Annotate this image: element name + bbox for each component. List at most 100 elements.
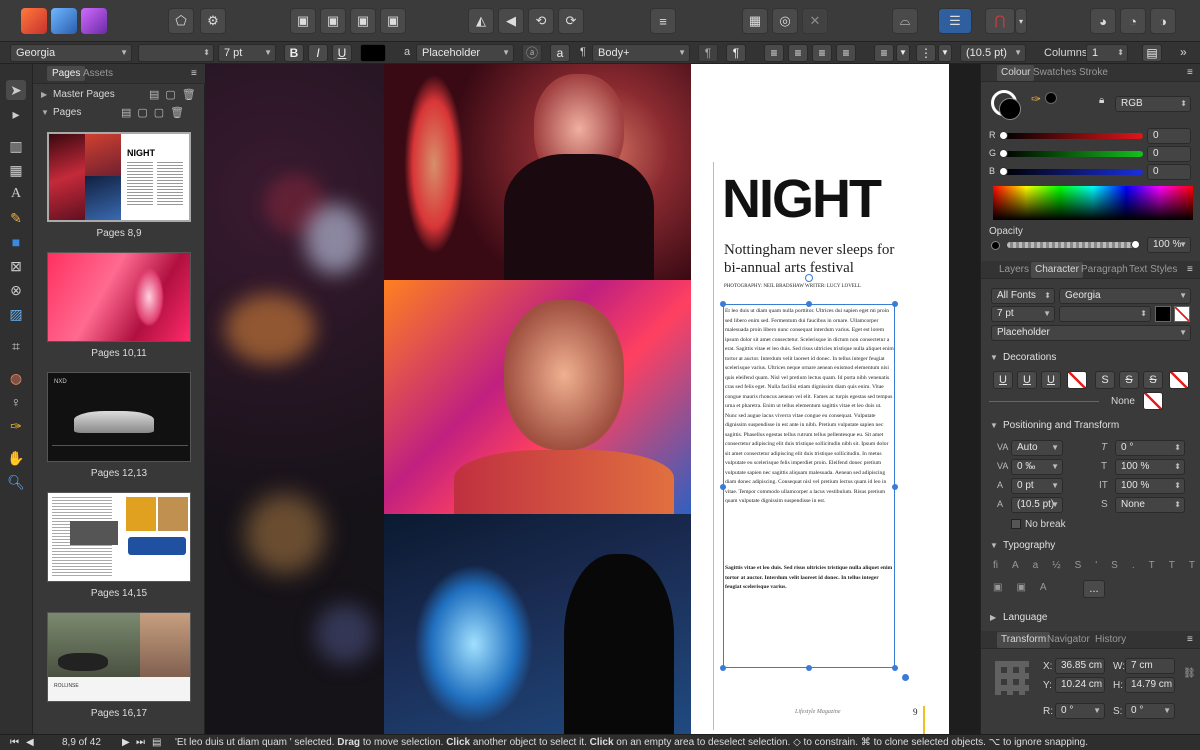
- scale-v-field[interactable]: 100 % ⬍: [1115, 478, 1185, 494]
- align-left-icon[interactable]: ≡: [764, 44, 784, 62]
- document-canvas[interactable]: NIGHT Nottingham never sleeps for bi-annu…: [205, 64, 980, 734]
- page-thumb-10-11[interactable]: [47, 252, 191, 342]
- r-slider-thumb[interactable]: [999, 131, 1008, 140]
- selected-text-frame[interactable]: Et leo duis ut diam quam nulla porttitor…: [723, 304, 895, 668]
- bold-button[interactable]: B: [284, 44, 304, 62]
- transparency-tool-icon[interactable]: ♀: [6, 392, 26, 412]
- rotation-field[interactable]: 0 ° ▼: [1055, 703, 1105, 719]
- shear-field[interactable]: 0 ° ⬍: [1115, 440, 1185, 456]
- page-thumb-16-17[interactable]: ROLLINSE: [47, 612, 191, 702]
- r-slider[interactable]: [1003, 133, 1143, 139]
- para-style-options-icon[interactable]: ¶: [726, 44, 746, 62]
- scale-h-field[interactable]: 100 % ⬍: [1115, 459, 1185, 475]
- move-tool-icon[interactable]: ➤: [6, 80, 26, 100]
- b-slider[interactable]: [1003, 169, 1143, 175]
- font-family-select[interactable]: Georgia ▼: [1059, 288, 1191, 304]
- w-field[interactable]: 7 cm: [1125, 658, 1175, 674]
- subhead[interactable]: Nottingham never sleeps for bi-annual art…: [724, 241, 894, 277]
- character-style-field[interactable]: Placeholder ▼: [416, 44, 514, 62]
- tab-stroke[interactable]: Stroke: [1079, 64, 1108, 82]
- show-text-flow-icon[interactable]: ⌓: [892, 8, 918, 34]
- page-thumb-12-13[interactable]: NXD: [47, 372, 191, 462]
- shear-transform-field[interactable]: 0 ° ▼: [1125, 703, 1175, 719]
- h-field[interactable]: 14.79 cm: [1125, 677, 1175, 693]
- typography-more-button[interactable]: ...: [1083, 580, 1105, 598]
- photo-man-neon[interactable]: [384, 514, 691, 734]
- previous-page-icon[interactable]: ◀: [26, 735, 34, 750]
- align-icon[interactable]: ≡: [650, 8, 676, 34]
- color-spectrum[interactable]: [993, 186, 1193, 220]
- arrange-front-icon[interactable]: ▣: [380, 8, 406, 34]
- snap-field[interactable]: None ⬍: [1115, 497, 1185, 513]
- baseline-grid-icon[interactable]: ☰: [938, 8, 972, 34]
- typography-buttons-row2[interactable]: ▣▣A: [993, 582, 1061, 593]
- boolean-intersect-icon[interactable]: ◑: [1150, 8, 1176, 34]
- rotate-left-icon[interactable]: ⟲: [528, 8, 554, 34]
- settings-icon[interactable]: ⚙: [200, 8, 226, 34]
- tab-colour[interactable]: Colour: [997, 65, 1035, 81]
- decoration-color-swatch[interactable]: [1143, 392, 1163, 410]
- b-value-field[interactable]: 0: [1147, 164, 1191, 180]
- pen-tool-icon[interactable]: ✎: [6, 208, 26, 228]
- panel-menu-icon[interactable]: ≡: [1187, 261, 1193, 279]
- boolean-add-icon[interactable]: ◕: [1090, 8, 1116, 34]
- underline-options-button[interactable]: U: [1041, 371, 1061, 389]
- clear-char-style-icon[interactable]: ⓐ: [522, 44, 542, 62]
- typography-buttons-row1[interactable]: ﬁAa½S'S.TTT: [993, 560, 1200, 571]
- tab-pages[interactable]: Pages: [47, 66, 86, 81]
- opacity-field[interactable]: 100 % ▼: [1147, 237, 1191, 253]
- g-slider-thumb[interactable]: [999, 149, 1008, 158]
- chevron-right-icon[interactable]: ▶: [41, 90, 47, 99]
- next-page-icon[interactable]: ▶: [122, 735, 130, 750]
- master-pages-actions[interactable]: ▤▢🗑︎: [149, 88, 202, 101]
- lock-icon[interactable]: 🔒︎: [1099, 95, 1104, 106]
- underline-button[interactable]: U: [332, 44, 352, 62]
- vertical-align-icon[interactable]: ≡: [874, 44, 894, 62]
- language-section[interactable]: Language: [981, 610, 1191, 626]
- flip-horizontal-icon[interactable]: ◭: [468, 8, 494, 34]
- hand-tool-icon[interactable]: ✋: [6, 448, 26, 468]
- designer-persona-icon[interactable]: [51, 8, 77, 34]
- no-break-checkbox[interactable]: [1011, 519, 1021, 529]
- resize-handle[interactable]: [892, 301, 898, 307]
- strikethrough-double-button[interactable]: S: [1119, 371, 1139, 389]
- arrange-forward-icon[interactable]: ▣: [350, 8, 376, 34]
- color-picker-tool-icon[interactable]: ✑: [6, 416, 26, 436]
- resize-handle[interactable]: [720, 665, 726, 671]
- underline-color-swatch[interactable]: [1067, 371, 1087, 389]
- text-stroke-swatch[interactable]: [1174, 306, 1190, 322]
- photo-woman-laughing[interactable]: [384, 280, 691, 520]
- page-thumb-8-9[interactable]: NIGHT: [47, 132, 191, 222]
- font-size-select[interactable]: 7 pt ▼: [991, 306, 1055, 322]
- tab-navigator[interactable]: Navigator: [1047, 631, 1090, 649]
- x-field[interactable]: 36.85 cm: [1055, 658, 1105, 674]
- g-value-field[interactable]: 0: [1147, 146, 1191, 162]
- page-icon[interactable]: ▤: [152, 735, 161, 750]
- chevron-down-icon[interactable]: ▼: [896, 44, 910, 62]
- resize-handle[interactable]: [892, 484, 898, 490]
- kerning-field[interactable]: Auto ▼: [1011, 440, 1063, 456]
- italic-button[interactable]: I: [308, 44, 328, 62]
- y-field[interactable]: 10.24 cm: [1055, 677, 1105, 693]
- snapping-magnet-icon[interactable]: ⋂: [985, 8, 1015, 34]
- right-page[interactable]: NIGHT Nottingham never sleeps for bi-annu…: [691, 64, 949, 734]
- strikethrough-button[interactable]: S: [1095, 371, 1115, 389]
- tab-history[interactable]: History: [1095, 631, 1126, 649]
- rectangle-tool-icon[interactable]: ■: [6, 232, 26, 252]
- font-collection-select[interactable]: All Fonts ⬍: [991, 288, 1055, 304]
- list-icon[interactable]: ⋮: [916, 44, 936, 62]
- panel-menu-icon[interactable]: ≡: [1187, 64, 1193, 82]
- resize-handle[interactable]: [892, 665, 898, 671]
- text-frame-properties-icon[interactable]: ▤: [1142, 44, 1162, 62]
- chevron-down-icon[interactable]: ▼: [41, 108, 49, 117]
- color-model-select[interactable]: RGB ⬍: [1115, 96, 1191, 112]
- underline-double-button[interactable]: U: [1017, 371, 1037, 389]
- clear-para-style-icon[interactable]: ¶: [698, 44, 718, 62]
- leading-field[interactable]: (10.5 pt) ▼: [1011, 497, 1063, 513]
- last-page-icon[interactable]: ⏭: [136, 735, 145, 750]
- rotate-right-icon[interactable]: ⟳: [558, 8, 584, 34]
- insert-ellipse-frame-icon[interactable]: ◎: [772, 8, 798, 34]
- pages-actions[interactable]: ▤▢▢🗑︎: [121, 106, 190, 119]
- underline-single-button[interactable]: U: [993, 371, 1013, 389]
- font-family-field[interactable]: Georgia ▼: [10, 44, 132, 62]
